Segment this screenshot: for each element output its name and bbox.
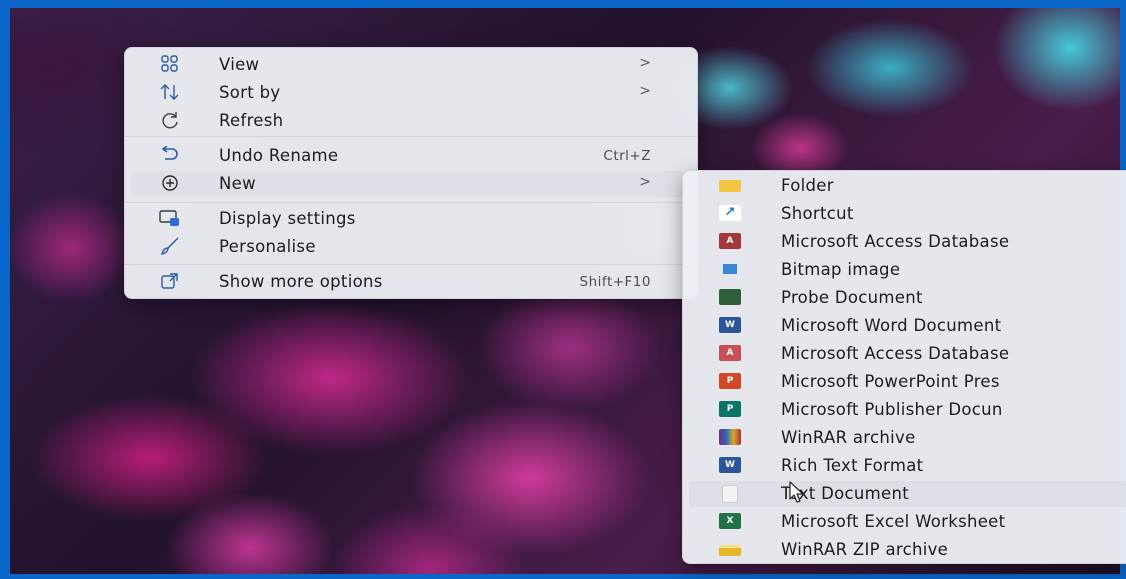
menu-item-show-more-options[interactable]: Show more options Shift+F10 [131,269,691,295]
submenu-item-label: WinRAR ZIP archive [781,540,949,559]
external-icon [159,272,181,292]
desktop-context-menu: View > Sort by > Refresh Undo Rename Ctr… [124,47,698,299]
zip-icon [719,541,741,558]
submenu-item-label: Folder [781,176,834,195]
submenu-item-word-document[interactable]: W Microsoft Word Document [689,313,1126,339]
chevron-right-icon: > [639,55,651,71]
shortcut-text: Ctrl+Z [603,148,651,164]
rtf-icon: W [719,457,741,474]
menu-separator [125,264,697,265]
submenu-item-winrar-archive[interactable]: WinRAR archive [689,425,1126,451]
menu-item-view[interactable]: View > [131,52,691,78]
text-document-icon [719,485,741,503]
menu-item-label: New [219,174,256,193]
plus-circle-icon [159,174,181,194]
folder-icon [719,177,741,194]
new-submenu: Folder ↗ Shortcut A Microsoft Access Dat… [682,170,1126,564]
menu-item-label: Refresh [219,111,284,130]
shortcut-icon: ↗ [719,205,741,222]
probe-icon [719,289,741,306]
submenu-item-label: Rich Text Format [781,456,924,475]
menu-item-label: Display settings [219,209,356,228]
chevron-right-icon: > [639,174,651,190]
menu-separator [125,202,697,203]
menu-item-display-settings[interactable]: Display settings [131,206,691,232]
menu-separator [125,136,697,137]
submenu-item-access-database-2[interactable]: A Microsoft Access Database [689,341,1126,367]
menu-item-label: Personalise [219,237,316,256]
submenu-item-label: Microsoft PowerPoint Pres [781,372,1000,391]
menu-item-refresh[interactable]: Refresh [131,108,691,134]
sort-icon [159,83,181,103]
submenu-item-label: Microsoft Word Document [781,316,1002,335]
submenu-item-excel-worksheet[interactable]: X Microsoft Excel Worksheet [689,509,1126,535]
menu-item-undo-rename[interactable]: Undo Rename Ctrl+Z [131,143,691,169]
winrar-icon [719,429,741,446]
submenu-item-powerpoint[interactable]: P Microsoft PowerPoint Pres [689,369,1126,395]
submenu-item-label: Microsoft Excel Worksheet [781,512,1006,531]
submenu-item-label: Microsoft Access Database [781,232,1010,251]
submenu-item-label: Bitmap image [781,260,901,279]
menu-item-label: View [219,55,260,74]
publisher-icon: P [719,401,741,418]
menu-item-label: Sort by [219,83,281,102]
submenu-item-label: WinRAR archive [781,428,916,447]
submenu-item-access-database[interactable]: A Microsoft Access Database [689,229,1126,255]
mouse-pointer-icon [789,481,804,503]
undo-icon [159,145,181,166]
submenu-item-label: Microsoft Access Database [781,344,1010,363]
word-icon: W [719,317,741,334]
brush-icon [159,237,181,257]
menu-item-label: Show more options [219,272,383,291]
submenu-item-label: Microsoft Publisher Docun [781,400,1003,419]
menu-item-sort-by[interactable]: Sort by > [131,80,691,106]
submenu-item-shortcut[interactable]: ↗ Shortcut [689,201,1126,227]
menu-item-personalise[interactable]: Personalise [131,234,691,260]
submenu-item-bitmap-image[interactable]: Bitmap image [689,257,1126,283]
submenu-item-publisher[interactable]: P Microsoft Publisher Docun [689,397,1126,423]
excel-icon: X [719,513,741,530]
access-icon: A [719,345,741,362]
access-icon: A [719,233,741,250]
menu-item-new[interactable]: New > [131,171,691,197]
submenu-item-text-document[interactable]: Text Document [689,481,1126,507]
submenu-item-label: Shortcut [781,204,854,223]
submenu-item-label: Probe Document [781,288,923,307]
grid-icon [159,55,181,75]
chevron-right-icon: > [639,83,651,99]
submenu-item-winrar-zip[interactable]: WinRAR ZIP archive [689,537,1126,563]
shortcut-text: Shift+F10 [579,274,651,290]
bitmap-icon [719,261,741,278]
submenu-item-folder[interactable]: Folder [689,173,1126,199]
display-icon [159,209,181,229]
menu-item-label: Undo Rename [219,146,339,165]
submenu-item-rich-text-format[interactable]: W Rich Text Format [689,453,1126,479]
submenu-item-probe-document[interactable]: Probe Document [689,285,1126,311]
refresh-icon [159,111,181,131]
powerpoint-icon: P [719,373,741,390]
